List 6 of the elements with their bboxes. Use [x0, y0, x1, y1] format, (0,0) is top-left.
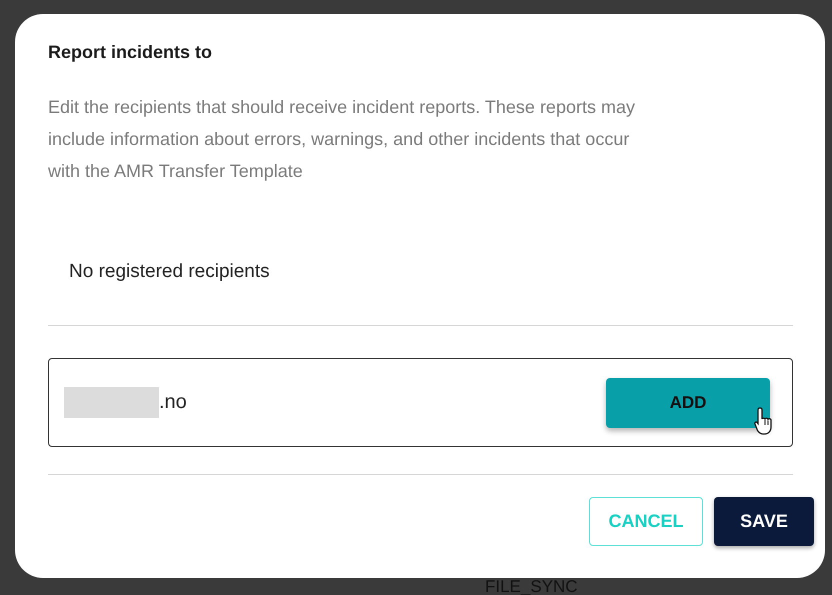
empty-message: No registered recipients [69, 260, 270, 284]
add-button[interactable]: ADD [606, 378, 770, 428]
dialog-title: Report incidents to [48, 41, 212, 64]
email-field[interactable]: .no ADD [48, 358, 793, 447]
save-button[interactable]: SAVE [714, 497, 814, 546]
dialog-description: Edit the recipients that should receive incident reports. These reports may include information about errors, warnings, and other incidents that occur with the AMR Transfer Template [48, 96, 636, 183]
